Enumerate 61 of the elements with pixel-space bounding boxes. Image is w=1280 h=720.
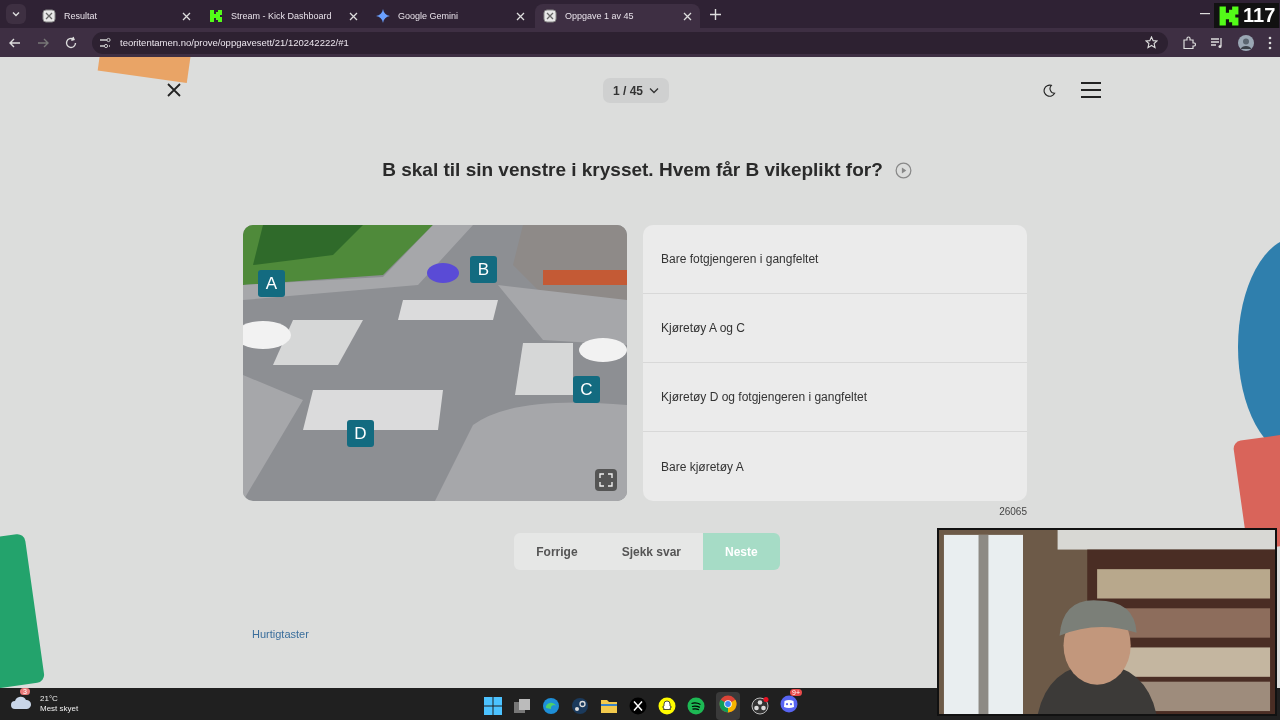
vehicle-label: B — [470, 256, 497, 283]
site-favicon-icon — [42, 9, 56, 23]
question-counter-dropdown[interactable]: 1 / 45 — [603, 78, 670, 103]
task-view-icon[interactable] — [513, 697, 531, 715]
chrome-icon — [719, 695, 737, 713]
answer-option[interactable]: Kjøretøy A og C — [643, 294, 1027, 363]
steam-icon[interactable] — [571, 697, 589, 715]
site-settings-icon[interactable] — [98, 35, 112, 50]
snapchat-icon[interactable] — [658, 697, 676, 715]
weather-condition: Mest skyet — [40, 704, 79, 714]
nav-button[interactable]: Forrige — [514, 533, 600, 570]
bookmark-star-icon[interactable] — [1145, 36, 1158, 49]
vehicle-label: D — [347, 420, 374, 447]
extensions-icon[interactable] — [1182, 35, 1196, 50]
answer-option[interactable]: Bare fotgjengeren i gangfeltet — [643, 225, 1027, 294]
browser-tab[interactable]: Oppgave 1 av 45 — [535, 4, 700, 28]
temperature-text: 21°C — [40, 694, 59, 704]
browser-tab[interactable]: Google Gemini — [368, 4, 533, 28]
tab-title: Resultat — [64, 11, 99, 21]
new-tab-icon[interactable] — [710, 8, 721, 20]
vehicle-label: C — [573, 376, 600, 403]
chevron-down-icon — [11, 9, 21, 19]
follower-count: 117 — [1243, 4, 1276, 27]
tab-title: Oppgave 1 av 45 — [565, 11, 635, 21]
more-options-icon[interactable] — [1268, 35, 1272, 50]
tab-title: Stream - Kick Dashboard — [231, 11, 333, 21]
nav-button[interactable]: Sjekk svar — [599, 533, 703, 570]
fullscreen-icon[interactable] — [595, 469, 617, 491]
kick-logo-icon — [1218, 4, 1240, 27]
chrome-taskbar-button[interactable] — [716, 692, 740, 720]
discord-icon[interactable] — [780, 695, 798, 713]
folder-icon[interactable] — [600, 697, 618, 715]
edge-browser-icon[interactable] — [542, 697, 560, 715]
start-icon[interactable] — [484, 697, 502, 715]
media-queue-icon[interactable] — [1210, 35, 1224, 50]
spotify-icon[interactable] — [687, 697, 705, 715]
answer-option[interactable]: Bare kjøretøy A — [643, 432, 1027, 501]
menu-icon[interactable] — [1080, 81, 1102, 99]
address-field[interactable]: teoritentamen.no/prove/oppgavesett/21/120242222/#1 — [92, 31, 1168, 54]
play-audio-icon[interactable] — [894, 161, 912, 179]
kick-logo-icon — [209, 9, 223, 23]
profile-avatar-icon[interactable] — [1238, 34, 1254, 51]
question-text: B skal til sin venstre i krysset. Hvem får B vikeplikt for? — [382, 159, 883, 181]
cloud-icon — [10, 694, 32, 710]
x-app-icon[interactable] — [629, 697, 647, 715]
browser-tab[interactable]: Stream - Kick Dashboard — [201, 4, 366, 28]
question-id: 26065 — [999, 506, 1027, 517]
obs-icon[interactable] — [751, 697, 769, 715]
vehicle-label: A — [258, 270, 285, 297]
sparkle-icon — [376, 9, 390, 23]
dark-mode-moon-icon[interactable] — [1043, 83, 1056, 97]
answer-option[interactable]: Kjøretøy D og fotgjengeren i gangfeltet — [643, 363, 1027, 432]
minimize-icon[interactable] — [1200, 13, 1210, 15]
reload-icon[interactable] — [64, 35, 78, 50]
site-favicon-icon — [543, 9, 557, 23]
close-icon[interactable] — [167, 83, 181, 97]
chevron-down-icon — [649, 87, 660, 94]
tab-title: Google Gemini — [398, 11, 460, 21]
tab-list-button[interactable] — [6, 4, 26, 24]
browser-tab[interactable]: Resultat — [34, 4, 199, 28]
shortcuts-link[interactable]: Hurtigtaster — [252, 628, 309, 640]
